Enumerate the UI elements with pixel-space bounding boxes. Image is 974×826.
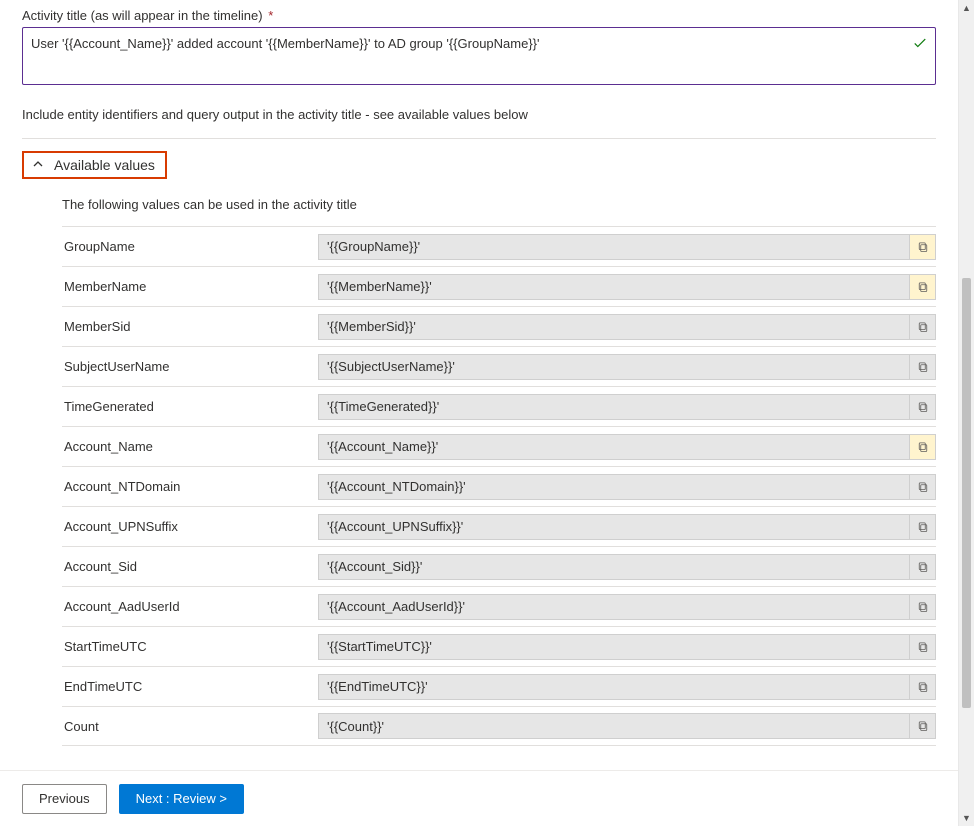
value-token-text: '{{Count}}' [327, 719, 384, 734]
helper-text: Include entity identifiers and query out… [22, 107, 936, 122]
required-mark: * [268, 8, 273, 23]
wizard-footer: Previous Next : Review > [0, 770, 958, 826]
copy-icon[interactable] [909, 555, 935, 579]
value-label: EndTimeUTC [62, 669, 318, 704]
copy-icon[interactable] [909, 235, 935, 259]
copy-icon[interactable] [909, 675, 935, 699]
value-row: MemberSid '{{MemberSid}}' [62, 306, 936, 346]
copy-icon[interactable] [909, 275, 935, 299]
copy-icon[interactable] [909, 595, 935, 619]
value-token[interactable]: '{{SubjectUserName}}' [318, 354, 936, 380]
value-token-text: '{{Account_AadUserId}}' [327, 599, 465, 614]
value-token[interactable]: '{{GroupName}}' [318, 234, 936, 260]
section-divider [22, 138, 936, 139]
value-label: Account_UPNSuffix [62, 509, 318, 544]
available-values-toggle[interactable]: Available values [22, 151, 167, 179]
value-row: EndTimeUTC '{{EndTimeUTC}}' [62, 666, 936, 706]
available-values-description: The following values can be used in the … [62, 197, 936, 212]
value-token[interactable]: '{{Account_Sid}}' [318, 554, 936, 580]
value-label: TimeGenerated [62, 389, 318, 424]
value-token[interactable]: '{{TimeGenerated}}' [318, 394, 936, 420]
previous-button-label: Previous [39, 791, 90, 806]
copy-icon[interactable] [909, 315, 935, 339]
value-token[interactable]: '{{Account_Name}}' [318, 434, 936, 460]
value-token-text: '{{Account_NTDomain}}' [327, 479, 466, 494]
value-label: Count [62, 709, 318, 744]
value-row: Account_AadUserId '{{Account_AadUserId}}' [62, 586, 936, 626]
value-row: Account_Sid '{{Account_Sid}}' [62, 546, 936, 586]
value-token[interactable]: '{{MemberName}}' [318, 274, 936, 300]
value-label: Account_NTDomain [62, 469, 318, 504]
value-token[interactable]: '{{Account_AadUserId}}' [318, 594, 936, 620]
value-token[interactable]: '{{EndTimeUTC}}' [318, 674, 936, 700]
available-values-label: Available values [54, 157, 155, 173]
value-label: MemberName [62, 269, 318, 304]
scroll-up-arrow-icon[interactable]: ▲ [959, 0, 974, 16]
value-token-text: '{{Account_Name}}' [327, 439, 438, 454]
activity-title-label-text: Activity title (as will appear in the ti… [22, 8, 263, 23]
value-token-text: '{{TimeGenerated}}' [327, 399, 439, 414]
value-token-text: '{{StartTimeUTC}}' [327, 639, 432, 654]
value-token-text: '{{GroupName}}' [327, 239, 420, 254]
value-row: TimeGenerated '{{TimeGenerated}}' [62, 386, 936, 426]
scroll-down-arrow-icon[interactable]: ▼ [959, 810, 974, 826]
value-token[interactable]: '{{MemberSid}}' [318, 314, 936, 340]
next-review-button[interactable]: Next : Review > [119, 784, 244, 814]
previous-button[interactable]: Previous [22, 784, 107, 814]
copy-icon[interactable] [909, 475, 935, 499]
vertical-scrollbar[interactable]: ▲ ▼ [958, 0, 974, 826]
next-review-button-label: Next : Review > [136, 791, 227, 806]
value-row: MemberName '{{MemberName}}' [62, 266, 936, 306]
value-row: Account_NTDomain '{{Account_NTDomain}}' [62, 466, 936, 506]
value-token[interactable]: '{{Account_UPNSuffix}}' [318, 514, 936, 540]
value-label: GroupName [62, 229, 318, 264]
value-label: StartTimeUTC [62, 629, 318, 664]
value-row: SubjectUserName '{{SubjectUserName}}' [62, 346, 936, 386]
value-token[interactable]: '{{StartTimeUTC}}' [318, 634, 936, 660]
copy-icon[interactable] [909, 395, 935, 419]
copy-icon[interactable] [909, 714, 935, 738]
value-row: Account_Name '{{Account_Name}}' [62, 426, 936, 466]
activity-title-input[interactable]: User '{{Account_Name}}' added account '{… [22, 27, 936, 85]
available-values-list: GroupName '{{GroupName}}' MemberName '{{Mem… [62, 226, 936, 746]
value-token-text: '{{MemberSid}}' [327, 319, 416, 334]
value-label: Account_AadUserId [62, 589, 318, 624]
value-row: StartTimeUTC '{{StartTimeUTC}}' [62, 626, 936, 666]
value-label: Account_Sid [62, 549, 318, 584]
valid-check-icon [913, 36, 927, 53]
value-token[interactable]: '{{Account_NTDomain}}' [318, 474, 936, 500]
chevron-up-icon [32, 158, 44, 173]
value-token-text: '{{Account_Sid}}' [327, 559, 422, 574]
value-label: MemberSid [62, 309, 318, 344]
value-row: Account_UPNSuffix '{{Account_UPNSuffix}}' [62, 506, 936, 546]
value-label: Account_Name [62, 429, 318, 464]
copy-icon[interactable] [909, 515, 935, 539]
value-token-text: '{{SubjectUserName}}' [327, 359, 455, 374]
scroll-thumb[interactable] [962, 278, 971, 708]
copy-icon[interactable] [909, 635, 935, 659]
value-token-text: '{{EndTimeUTC}}' [327, 679, 428, 694]
value-token[interactable]: '{{Count}}' [318, 713, 936, 739]
activity-title-value: User '{{Account_Name}}' added account '{… [31, 36, 540, 51]
activity-title-label: Activity title (as will appear in the ti… [22, 8, 936, 23]
copy-icon[interactable] [909, 355, 935, 379]
value-token-text: '{{MemberName}}' [327, 279, 432, 294]
value-token-text: '{{Account_UPNSuffix}}' [327, 519, 463, 534]
value-label: SubjectUserName [62, 349, 318, 384]
value-row: GroupName '{{GroupName}}' [62, 226, 936, 266]
copy-icon[interactable] [909, 435, 935, 459]
value-row: Count '{{Count}}' [62, 706, 936, 746]
